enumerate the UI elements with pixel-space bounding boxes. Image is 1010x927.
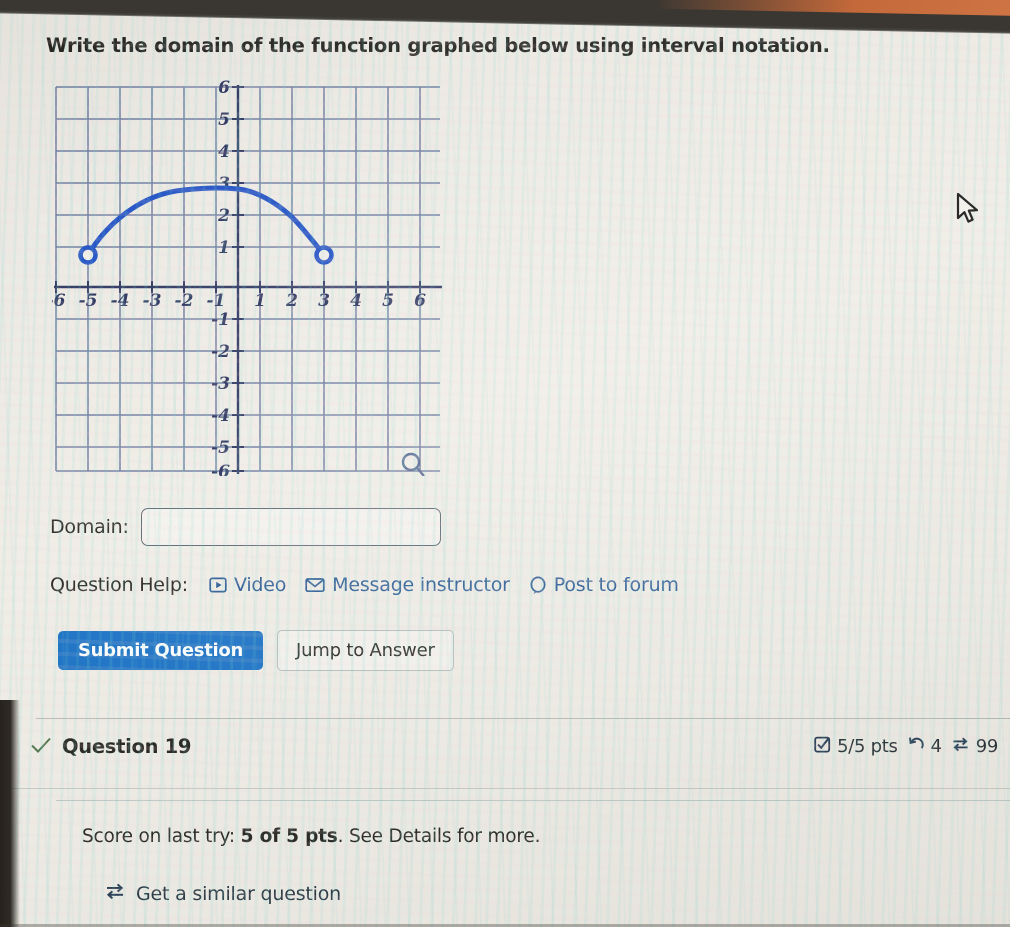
graph-curve	[85, 185, 327, 258]
action-buttons: Submit Question Jump to Answer	[58, 630, 454, 671]
svg-text:6: 6	[414, 291, 426, 311]
stat-versions-text: 99	[975, 736, 999, 757]
score-suffix: . See Details for more.	[337, 826, 541, 847]
score-prefix: Score on last try:	[82, 826, 235, 847]
svg-text:-5: -5	[211, 438, 230, 458]
svg-text:-4: -4	[211, 406, 230, 426]
envelope-icon	[305, 576, 325, 594]
divider-below-question	[0, 788, 1010, 789]
help-link-video-label: Video	[233, 574, 287, 596]
monitor-bezel-left	[0, 700, 20, 927]
graph-gridlines	[55, 86, 440, 472]
page-content: Write the domain of the function graphed…	[0, 0, 1010, 927]
swap-arrows-icon	[104, 882, 126, 906]
submit-question-button[interactable]: Submit Question	[58, 631, 263, 670]
get-similar-question-label: Get a similar question	[136, 883, 342, 905]
svg-text:5: 5	[218, 110, 230, 130]
svg-text:4: 4	[218, 142, 230, 162]
svg-text:1: 1	[254, 291, 266, 311]
score-on-last-try: Score on last try: 5 of 5 pts. See Detai…	[82, 826, 540, 847]
svg-text:2: 2	[285, 291, 298, 311]
question-title: Question 19	[62, 735, 192, 758]
graph-endpoints	[78, 245, 334, 265]
score-value: 5 of 5 pts	[240, 826, 338, 847]
svg-text:2: 2	[217, 206, 230, 226]
svg-text:-6: -6	[211, 462, 230, 476]
jump-to-answer-button[interactable]: Jump to Answer	[276, 630, 454, 671]
svg-text:-2: -2	[211, 342, 230, 362]
open-circle-right	[314, 245, 334, 265]
svg-text:5: 5	[382, 291, 394, 311]
help-link-video[interactable]: Video	[209, 574, 286, 596]
svg-text:-4: -4	[111, 291, 130, 311]
svg-text:-5: -5	[79, 291, 98, 311]
svg-text:-3: -3	[211, 374, 230, 394]
svg-text:6: 6	[218, 78, 230, 98]
open-circle-left	[78, 245, 98, 265]
question-header-left: Question 19	[30, 735, 192, 758]
stat-points[interactable]: 5/5 pts	[814, 736, 898, 758]
checkbox-checked-icon	[814, 736, 831, 758]
video-play-icon	[209, 576, 227, 594]
svg-text:1: 1	[218, 238, 230, 258]
help-link-post-to-forum[interactable]: Post to forum	[529, 574, 679, 596]
question-prompt: Write the domain of the function graphed…	[46, 34, 830, 57]
question-stats: 5/5 pts 4 99	[814, 736, 998, 758]
magnifier-icon	[401, 452, 425, 476]
help-link-forum-label: Post to forum	[553, 574, 679, 596]
svg-text:-3: -3	[143, 291, 162, 311]
stat-attempts-text: 4	[930, 736, 942, 757]
svg-text:-1: -1	[207, 291, 226, 311]
svg-text:-1: -1	[211, 310, 230, 330]
domain-row: Domain:	[50, 508, 441, 546]
svg-text:3: 3	[318, 291, 330, 311]
graph-y-labels: 6 5 4 3 2 1 -1 -2 -3 -4 -5 -6	[211, 78, 230, 476]
domain-input[interactable]	[140, 508, 441, 546]
checkmark-icon	[30, 736, 52, 758]
svg-text:3: 3	[218, 174, 230, 194]
stat-points-text: 5/5 pts	[837, 736, 898, 757]
divider-above-question	[36, 718, 1010, 719]
stat-attempts[interactable]: 4	[907, 736, 942, 758]
function-graph[interactable]: -6 -5 -4 -3 -2 -1 1 2 3 4 5 6 6 5	[52, 78, 444, 476]
help-link-message-instructor[interactable]: Message instructor	[305, 574, 510, 596]
undo-arrow-icon	[907, 736, 925, 758]
question-help-label: Question Help:	[50, 574, 188, 596]
question-help-row: Question Help: Video Message instructor …	[50, 574, 679, 596]
help-link-message-label: Message instructor	[332, 574, 510, 596]
speech-bubble-icon	[529, 576, 547, 595]
get-similar-question-link[interactable]: Get a similar question	[104, 882, 341, 906]
stat-versions[interactable]: 99	[951, 736, 998, 758]
domain-label: Domain:	[50, 516, 129, 538]
question-header-row: Question 19 5/5 pts 4 99	[30, 735, 998, 758]
swap-arrows-icon	[951, 736, 970, 758]
svg-text:-6: -6	[52, 291, 66, 311]
photographed-screen: Write the domain of the function graphed…	[0, 0, 1010, 927]
svg-text:-2: -2	[175, 291, 194, 311]
divider-above-score	[56, 800, 1010, 801]
svg-text:4: 4	[350, 291, 362, 311]
